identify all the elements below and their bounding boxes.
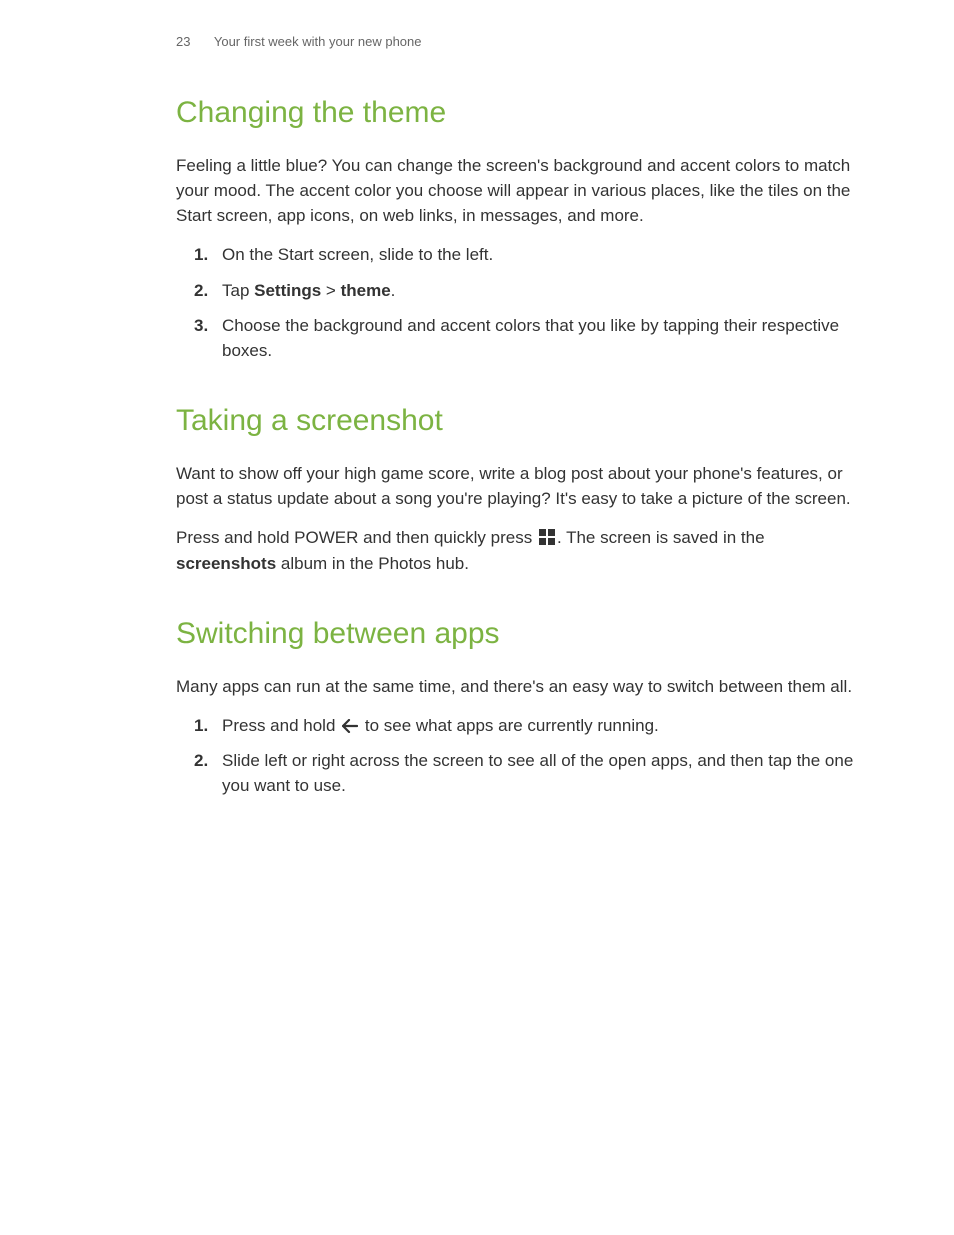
list-item: On the Start screen, slide to the left. [222,242,854,267]
chapter-title: Your first week with your new phone [214,34,422,49]
ui-label-settings: Settings [254,281,321,300]
list-item: Tap Settings > theme. [222,278,854,303]
list-item: Press and hold to see what apps are curr… [222,713,854,738]
section-changing-theme: Changing the theme Feeling a little blue… [176,95,854,363]
heading-taking-screenshot: Taking a screenshot [176,403,854,439]
intro-text: Many apps can run at the same time, and … [176,674,854,699]
steps-list: On the Start screen, slide to the left. … [176,242,854,363]
intro-text: Want to show off your high game score, w… [176,461,854,511]
start-icon [539,529,555,545]
ui-label-theme: theme [341,281,391,300]
body-text: Press and hold POWER and then quickly pr… [176,525,854,575]
heading-switching-apps: Switching between apps [176,616,854,652]
section-taking-screenshot: Taking a screenshot Want to show off you… [176,403,854,576]
section-switching-apps: Switching between apps Many apps can run… [176,616,854,799]
document-page: 23 Your first week with your new phone C… [0,0,954,798]
ui-label-screenshots: screenshots [176,554,276,573]
list-item: Slide left or right across the screen to… [222,748,854,798]
page-number: 23 [176,34,190,49]
heading-changing-theme: Changing the theme [176,95,854,131]
back-arrow-icon [342,719,358,733]
running-header: 23 Your first week with your new phone [176,34,854,49]
intro-text: Feeling a little blue? You can change th… [176,153,854,228]
steps-list: Press and hold to see what apps are curr… [176,713,854,798]
list-item: Choose the background and accent colors … [222,313,854,363]
